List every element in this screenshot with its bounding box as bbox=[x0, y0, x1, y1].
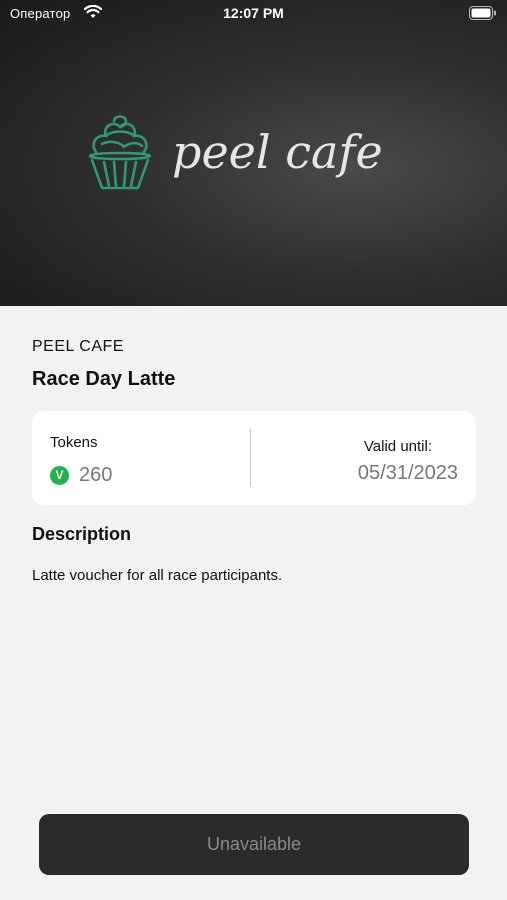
merchant-name: PEEL CAFE bbox=[32, 338, 124, 355]
status-time: 12:07 PM bbox=[223, 5, 284, 21]
token-coin-icon: V bbox=[50, 466, 69, 485]
svg-text:peel cafe: peel cafe bbox=[172, 125, 383, 179]
valid-until-value: 05/31/2023 bbox=[357, 462, 458, 484]
cafe-logo-wordmark: peel cafe bbox=[170, 100, 420, 205]
unavailable-button[interactable]: Unavailable bbox=[39, 814, 469, 875]
tokens-label: Tokens bbox=[50, 434, 98, 451]
cupcake-logo-icon bbox=[84, 112, 156, 195]
card-divider bbox=[250, 429, 251, 487]
tokens-value: 260 bbox=[79, 464, 113, 486]
offer-details-card: Tokens V 260 Valid until: 05/31/2023 bbox=[32, 411, 476, 505]
offer-title: Race Day Latte bbox=[32, 368, 176, 390]
description-text: Latte voucher for all race participants. bbox=[32, 567, 283, 584]
hero-banner: Оператор 12:07 PM peel cafe bbox=[0, 0, 507, 306]
description-heading: Description bbox=[32, 524, 132, 544]
battery-icon bbox=[469, 6, 497, 23]
valid-until-label: Valid until: bbox=[363, 438, 432, 455]
status-bar: Оператор 12:07 PM bbox=[0, 0, 507, 28]
